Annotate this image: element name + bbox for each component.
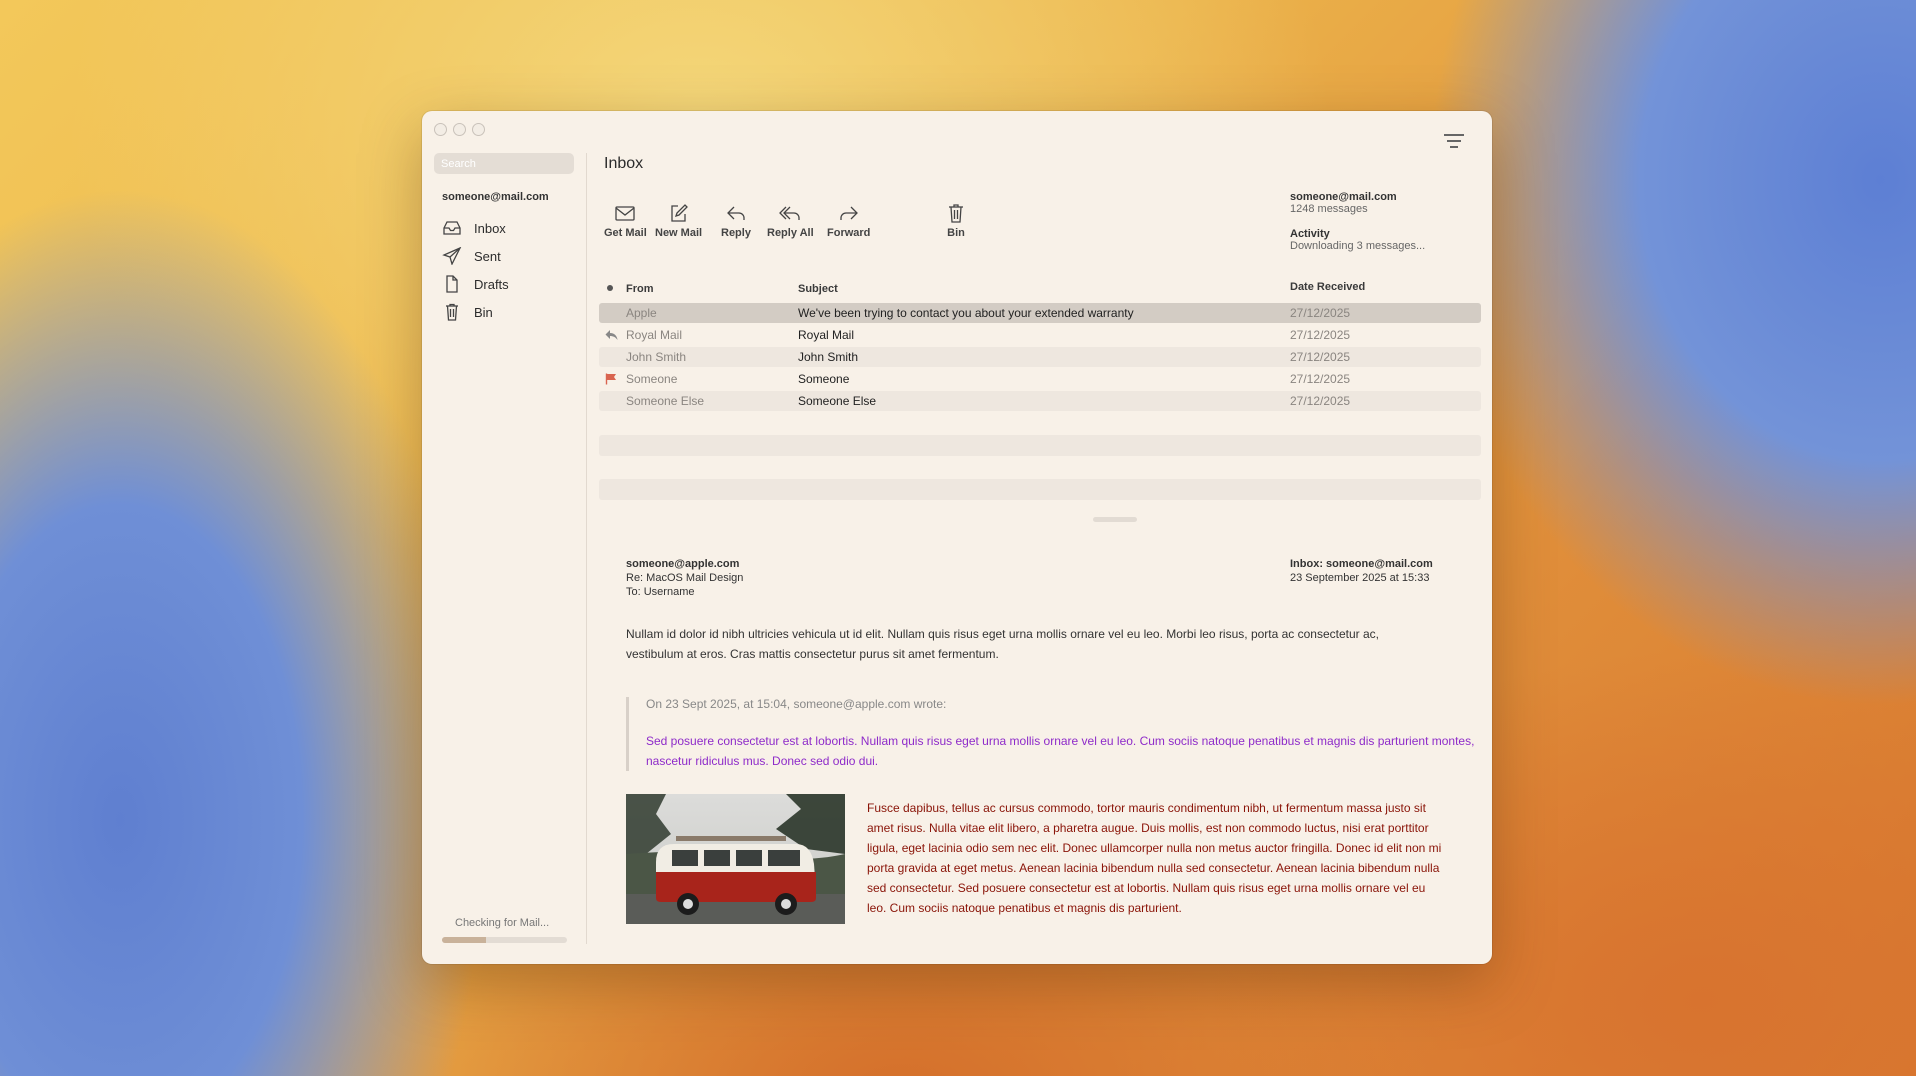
new-mail-button[interactable]: New Mail bbox=[655, 203, 702, 239]
forward-label: Forward bbox=[827, 227, 871, 239]
quoted-text: Fusce dapibus, tellus ac cursus commodo,… bbox=[867, 801, 1442, 915]
account-info: someone@mail.com 1248 messages bbox=[1290, 191, 1397, 215]
empty-row bbox=[599, 479, 1481, 500]
trash-icon bbox=[446, 303, 458, 321]
bin-button[interactable]: Bin bbox=[945, 203, 967, 239]
table-row[interactable]: Someone Else Someone Else 27/12/2025 bbox=[599, 391, 1481, 411]
reply-icon bbox=[727, 206, 745, 220]
column-subject[interactable]: Subject bbox=[798, 283, 838, 295]
sidebar: someone@mail.com Inbox Sent Drafts Bin C… bbox=[422, 111, 586, 964]
sidebar-item-label: Bin bbox=[474, 304, 493, 320]
activity-info: Activity Downloading 3 messages... bbox=[1290, 228, 1425, 252]
get-mail-label: Get Mail bbox=[604, 227, 647, 239]
row-from: John Smith bbox=[626, 350, 687, 364]
row-date: 27/12/2025 bbox=[1290, 328, 1351, 342]
unread-dot-icon bbox=[607, 285, 613, 291]
progress-fill bbox=[442, 937, 486, 943]
forward-icon bbox=[840, 206, 858, 220]
reply-all-button[interactable]: Reply All bbox=[767, 203, 814, 239]
activity-label: Activity bbox=[1290, 228, 1330, 240]
row-subject: John Smith bbox=[798, 350, 859, 364]
row-subject: Someone Else bbox=[798, 394, 877, 408]
replied-arrow-icon bbox=[605, 329, 618, 344]
preview-meta: Inbox: someone@mail.com 23 September 202… bbox=[1290, 557, 1433, 585]
row-subject: We've been trying to contact you about y… bbox=[798, 306, 1134, 320]
table-row[interactable]: Apple We've been trying to contact you a… bbox=[599, 303, 1481, 323]
account-email: someone@mail.com bbox=[1290, 191, 1397, 203]
sidebar-item-label: Sent bbox=[474, 248, 501, 264]
empty-row bbox=[599, 435, 1481, 456]
activity-status: Downloading 3 messages... bbox=[1290, 240, 1426, 252]
table-row[interactable]: John Smith John Smith 27/12/2025 bbox=[599, 347, 1481, 367]
document-icon bbox=[446, 275, 458, 293]
preview-subject: Re: MacOS Mail Design bbox=[626, 572, 744, 584]
quote-header: On 23 Sept 2025, at 15:04, someone@apple… bbox=[646, 697, 947, 711]
row-date: 27/12/2025 bbox=[1290, 394, 1351, 408]
main-pane: Inbox Get Mail New Mail Reply Reply All … bbox=[587, 111, 1492, 964]
preview-to: To: Username bbox=[626, 586, 695, 598]
row-from: Someone Else bbox=[626, 394, 705, 408]
reply-all-icon bbox=[779, 206, 800, 220]
preview-mailbox: Inbox: someone@mail.com bbox=[1290, 558, 1433, 570]
preview-body: Nullam id dolor id nibh ultricies vehicu… bbox=[626, 627, 1380, 661]
row-date: 27/12/2025 bbox=[1290, 306, 1351, 320]
row-from: Someone bbox=[626, 372, 678, 386]
page-title: Inbox bbox=[604, 155, 644, 172]
preview-from: someone@apple.com bbox=[626, 558, 740, 570]
reply-all-label: Reply All bbox=[767, 227, 814, 239]
list-header: From Subject Date Received bbox=[599, 277, 1481, 301]
quote-body: Sed posuere consectetur est at lobortis.… bbox=[646, 734, 1475, 768]
sidebar-item-label: Inbox bbox=[474, 220, 506, 236]
split-resize-handle[interactable] bbox=[1093, 517, 1137, 522]
forward-button[interactable]: Forward bbox=[827, 203, 870, 239]
paper-plane-icon bbox=[442, 247, 462, 265]
column-date[interactable]: Date Received bbox=[1290, 281, 1365, 293]
sidebar-item-label: Drafts bbox=[474, 276, 509, 292]
row-from: Royal Mail bbox=[626, 328, 683, 342]
message-count: 1248 messages bbox=[1290, 203, 1368, 215]
row-subject: Royal Mail bbox=[798, 328, 855, 342]
message-list: From Subject Date Received Apple We've b… bbox=[599, 277, 1481, 411]
preview-header: someone@apple.com Re: MacOS Mail Design … bbox=[626, 557, 743, 599]
row-date: 27/12/2025 bbox=[1290, 372, 1351, 386]
compose-icon bbox=[670, 204, 688, 222]
mailbox-list: Inbox Sent Drafts Bin bbox=[442, 214, 509, 326]
sidebar-item-bin[interactable]: Bin bbox=[442, 298, 509, 326]
reply-button[interactable]: Reply bbox=[721, 203, 751, 239]
table-row[interactable]: Someone Someone 27/12/2025 bbox=[599, 369, 1481, 389]
trash-icon bbox=[949, 204, 963, 223]
row-subject: Someone bbox=[798, 372, 850, 386]
column-from[interactable]: From bbox=[626, 283, 654, 295]
status-text: Checking for Mail... bbox=[455, 917, 550, 929]
inbox-icon bbox=[443, 221, 461, 235]
sidebar-item-inbox[interactable]: Inbox bbox=[442, 214, 509, 242]
bin-label: Bin bbox=[947, 227, 965, 239]
search-input[interactable] bbox=[434, 153, 574, 174]
sidebar-account: someone@mail.com bbox=[442, 191, 549, 203]
mail-window: someone@mail.com Inbox Sent Drafts Bin C… bbox=[422, 111, 1492, 964]
new-mail-label: New Mail bbox=[655, 227, 703, 239]
preview-date: 23 September 2025 at 15:33 bbox=[1290, 572, 1430, 584]
flag-icon bbox=[605, 373, 617, 388]
progress-bar bbox=[442, 937, 567, 943]
quoted-message: On 23 Sept 2025, at 15:04, someone@apple… bbox=[626, 697, 1476, 771]
reply-label: Reply bbox=[721, 227, 751, 239]
sidebar-item-drafts[interactable]: Drafts bbox=[442, 270, 509, 298]
row-from: Apple bbox=[626, 306, 657, 320]
envelope-icon bbox=[615, 206, 636, 221]
table-row[interactable]: Royal Mail Royal Mail 27/12/2025 bbox=[599, 325, 1481, 345]
sidebar-item-sent[interactable]: Sent bbox=[442, 242, 509, 270]
row-date: 27/12/2025 bbox=[1290, 350, 1351, 364]
attached-van-photo[interactable] bbox=[626, 794, 845, 924]
get-mail-button[interactable]: Get Mail bbox=[604, 203, 647, 239]
